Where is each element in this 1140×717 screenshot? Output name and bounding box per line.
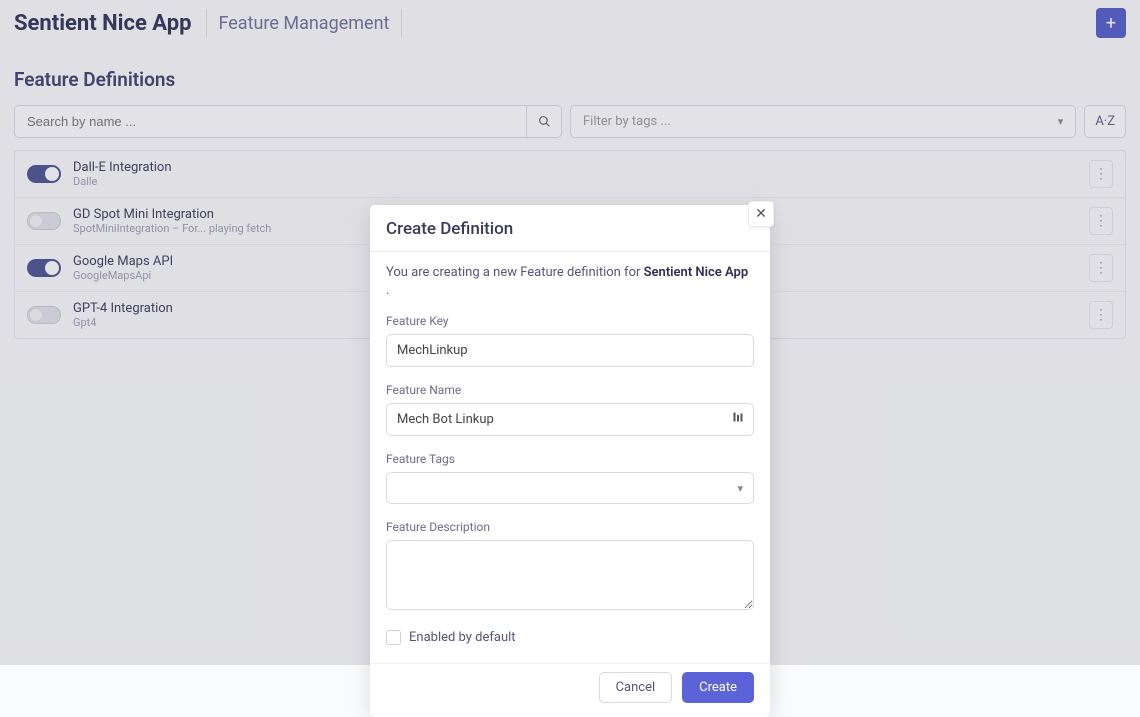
close-icon: ✕ [755,206,767,222]
feature-key-label: Feature Key [386,314,754,328]
feature-tags-label: Feature Tags [386,452,754,466]
feature-description-label: Feature Description [386,520,754,534]
cancel-button[interactable]: Cancel [599,672,673,703]
enabled-default-label: Enabled by default [409,630,516,645]
create-definition-modal: ✕ Create Definition You are creating a n… [370,205,770,717]
enabled-default-checkbox[interactable] [386,630,401,645]
feature-name-label: Feature Name [386,383,754,397]
create-button[interactable]: Create [682,672,754,703]
modal-overlay: ✕ Create Definition You are creating a n… [0,0,1140,665]
modal-intro: You are creating a new Feature definitio… [386,264,754,300]
chevron-down-icon: ▾ [737,482,743,495]
modal-title: Create Definition [370,205,770,252]
feature-tags-select[interactable]: ▾ [386,472,754,504]
close-button[interactable]: ✕ [748,201,774,227]
feature-description-input[interactable] [386,540,754,610]
generate-icon[interactable] [732,411,744,427]
feature-key-input[interactable] [386,334,754,367]
feature-name-input[interactable] [386,403,754,436]
